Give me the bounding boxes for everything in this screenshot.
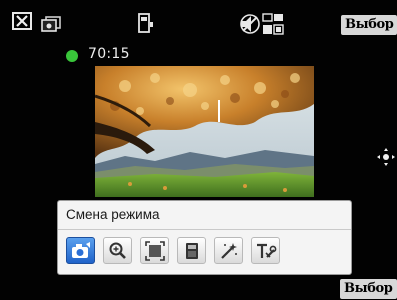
camera-mode-button[interactable] (66, 237, 95, 264)
gallery-icon[interactable] (41, 16, 63, 32)
select-softkey-top[interactable]: Выбор (341, 15, 397, 35)
zoom-button[interactable] (103, 237, 132, 264)
sound-off-icon[interactable] (238, 12, 262, 36)
mode-panel-title: Смена режима (66, 207, 160, 222)
settings-tools-button[interactable] (251, 237, 280, 264)
frame-size-button[interactable] (140, 237, 169, 264)
camera-screen: Выбор 70:15 Смена режима Выбор (0, 0, 397, 300)
mode-change-panel: Смена режима (57, 200, 352, 275)
viewfinder-preview[interactable] (95, 66, 314, 197)
storage-button[interactable] (177, 237, 206, 264)
effects-wand-icon (220, 242, 237, 259)
remaining-time: 70:15 (88, 46, 130, 62)
mode-button-row (66, 237, 280, 267)
zoom-icon (109, 242, 126, 259)
navigation-pad-icon[interactable] (376, 147, 396, 167)
close-icon[interactable] (12, 12, 32, 30)
storage-icon (185, 242, 198, 259)
flash-icon[interactable] (137, 13, 155, 35)
white-balance-icon[interactable] (262, 12, 284, 36)
settings-tools-icon (256, 243, 276, 258)
camera-mode-icon (71, 241, 90, 258)
select-softkey-bottom[interactable]: Выбор (340, 279, 397, 299)
effects-button[interactable] (214, 237, 243, 264)
divider (58, 229, 351, 230)
record-status-dot (66, 50, 78, 62)
frame-size-icon (144, 240, 165, 261)
